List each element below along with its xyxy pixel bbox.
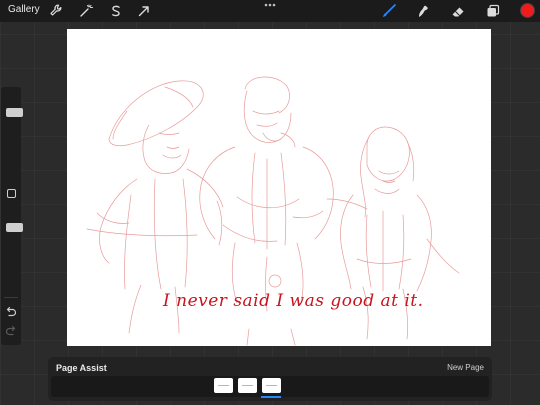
selection-s-icon[interactable] [108,3,124,19]
eraser-icon[interactable] [450,3,466,19]
page-assist-title: Page Assist [56,363,107,373]
smudge-icon[interactable] [415,3,431,19]
undo-icon[interactable] [4,306,18,318]
handwritten-caption: I never said I was good at it. [163,291,424,311]
thumbnail-preview [266,385,277,386]
drawing-canvas[interactable]: I never said I was good at it. [67,29,491,346]
new-page-button[interactable]: New Page [447,363,484,372]
gallery-button[interactable]: Gallery [8,4,40,15]
page-thumbnail-active[interactable] [262,378,281,393]
thumbnail-preview [218,385,229,386]
sidebar-divider [4,297,18,298]
page-thumbnail[interactable] [214,378,233,393]
opacity-handle[interactable] [6,223,23,232]
active-page-indicator [261,396,281,398]
more-actions-icon[interactable] [263,1,277,9]
top-toolbar: Gallery [0,0,540,22]
brush-icon[interactable] [381,3,397,19]
modify-square-icon[interactable] [7,189,16,198]
thumbnail-preview [242,385,253,386]
brush-size-slider[interactable] [4,93,23,185]
page-thumbnail[interactable] [238,378,257,393]
left-sidebar [1,87,23,345]
page-assist-panel: Page Assist New Page [48,357,492,401]
color-picker-swatch[interactable] [520,3,535,18]
layers-icon[interactable] [485,3,501,19]
wrench-icon[interactable] [48,3,64,19]
transform-arrow-icon[interactable] [136,3,152,19]
redo-icon[interactable] [4,325,18,337]
opacity-slider[interactable] [4,205,23,283]
page-thumbnail-strip [51,376,489,397]
magic-wand-icon[interactable] [78,3,94,19]
brush-size-handle[interactable] [6,108,23,117]
